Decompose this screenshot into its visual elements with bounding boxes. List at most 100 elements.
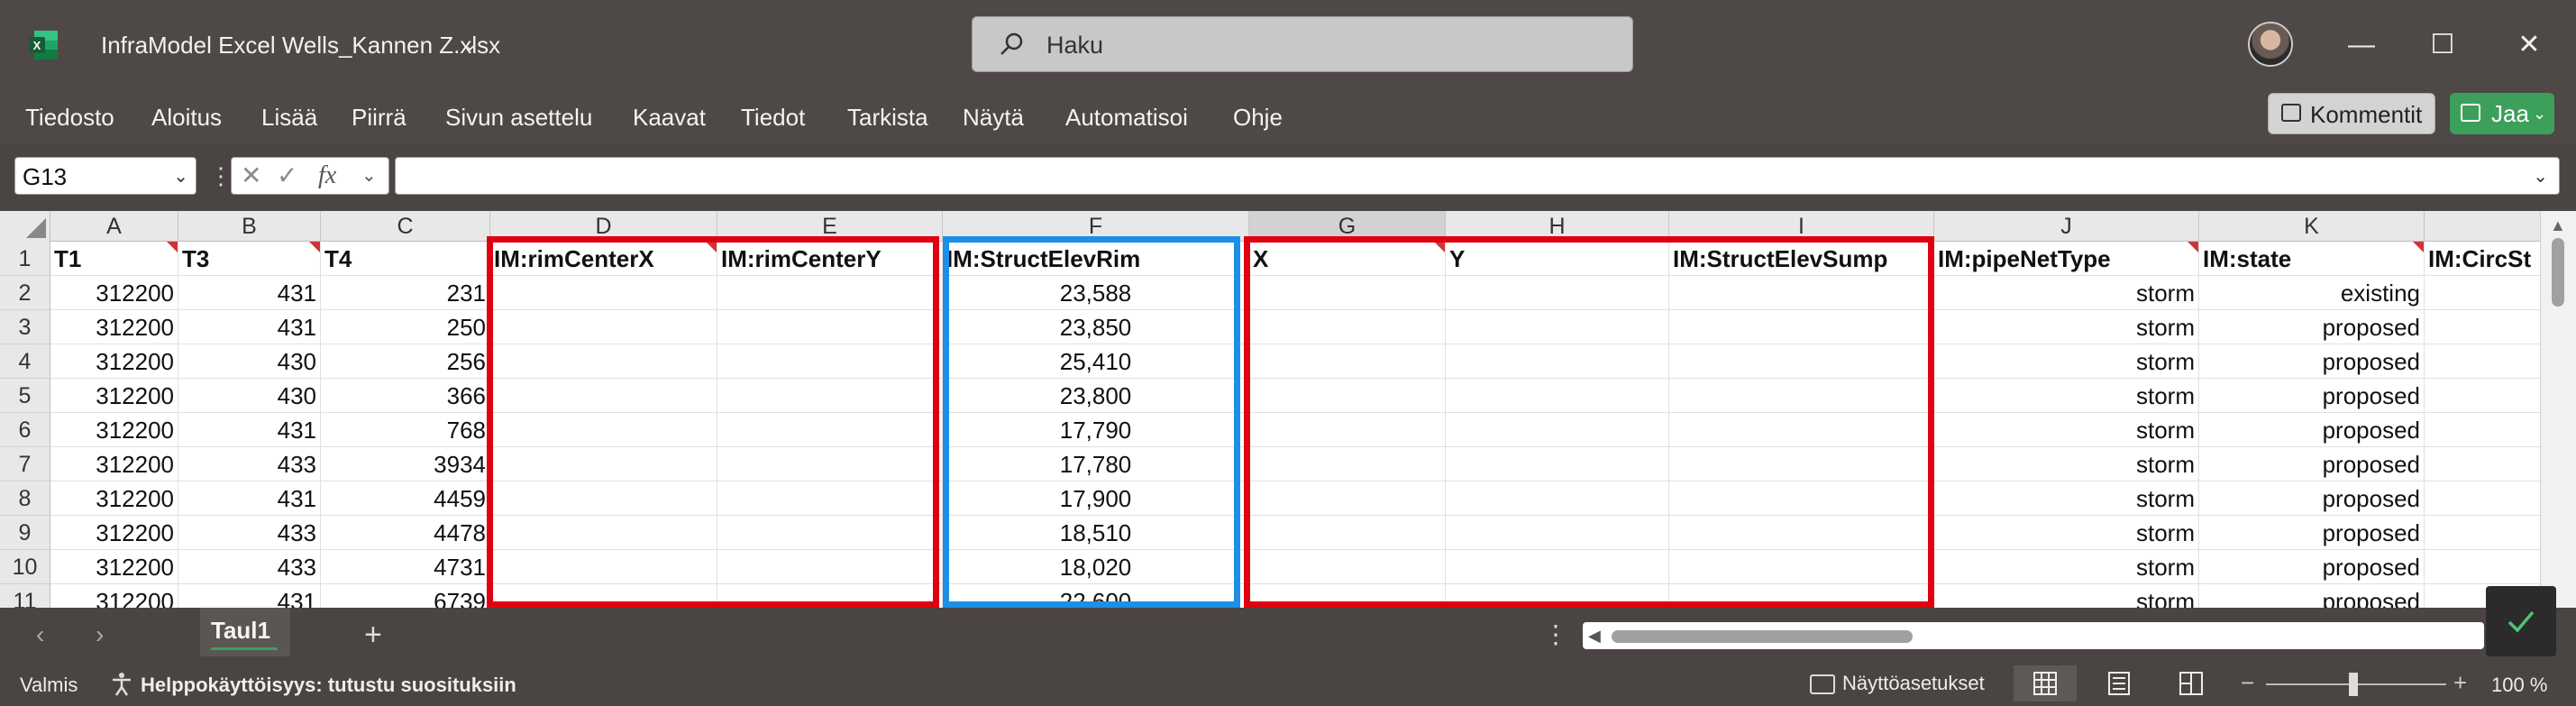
table-cell[interactable]: proposed: [2199, 344, 2425, 379]
column-header-j[interactable]: J: [1934, 211, 2199, 242]
table-cell[interactable]: 312200: [50, 310, 178, 344]
row-header-1[interactable]: 1: [0, 242, 50, 276]
table-cell[interactable]: [717, 413, 943, 447]
add-sheet-button[interactable]: +: [364, 617, 382, 653]
table-cell[interactable]: [1249, 550, 1446, 584]
comment-indicator-icon[interactable]: [2188, 242, 2198, 252]
table-cell[interactable]: [1669, 481, 1934, 516]
column-header-i[interactable]: I: [1669, 211, 1934, 242]
table-cell[interactable]: 17,780: [943, 447, 1249, 481]
table-cell[interactable]: [490, 447, 717, 481]
tab-piirra[interactable]: Piirrä: [352, 101, 406, 133]
table-cell[interactable]: 22,600: [943, 584, 1249, 608]
table-cell[interactable]: [717, 344, 943, 379]
table-cell[interactable]: 312200: [50, 516, 178, 550]
column-header-f[interactable]: F: [943, 211, 1249, 242]
table-cell[interactable]: 768: [321, 413, 490, 447]
table-cell[interactable]: [1669, 447, 1934, 481]
accessibility-status[interactable]: Helppokäyttöisyys: tutustu suosituksiin: [141, 673, 516, 698]
tab-sivun-asettelu[interactable]: Sivun asettelu: [445, 101, 592, 133]
table-cell[interactable]: 312200: [50, 379, 178, 413]
table-cell[interactable]: [1669, 310, 1934, 344]
table-cell[interactable]: storm: [1934, 550, 2199, 584]
table-cell[interactable]: proposed: [2199, 413, 2425, 447]
header-cell[interactable]: T1: [50, 242, 178, 276]
header-cell[interactable]: IM:state: [2199, 242, 2425, 276]
header-cell[interactable]: IM:StructElevRim: [943, 242, 1249, 276]
worksheet-grid[interactable]: A B C D E F G H I J K 1 2 3 4 5 6 7 8 9 10 11 T1 T3 T4 IM:rimCent…: [0, 211, 2576, 608]
row-header-6[interactable]: 6: [0, 413, 50, 447]
name-box-chevron-down-icon[interactable]: ⌄: [173, 161, 188, 192]
table-cell[interactable]: storm: [1934, 379, 2199, 413]
header-cell[interactable]: X: [1249, 242, 1446, 276]
table-cell[interactable]: [717, 516, 943, 550]
zoom-level[interactable]: 100 %: [2491, 673, 2547, 698]
table-cell[interactable]: proposed: [2199, 310, 2425, 344]
table-cell[interactable]: 23,850: [943, 310, 1249, 344]
table-cell[interactable]: 430: [178, 379, 321, 413]
table-cell[interactable]: storm: [1934, 584, 2199, 608]
share-chevron-down-icon[interactable]: ⌄: [2533, 100, 2546, 127]
minimize-button[interactable]: —: [2342, 25, 2381, 65]
comment-indicator-icon[interactable]: [1434, 242, 1445, 252]
table-cell[interactable]: [1446, 584, 1669, 608]
table-cell[interactable]: storm: [1934, 310, 2199, 344]
table-cell[interactable]: 312200: [50, 584, 178, 608]
column-header-g[interactable]: G: [1249, 211, 1446, 242]
table-cell[interactable]: [1249, 481, 1446, 516]
comment-indicator-icon[interactable]: [167, 242, 178, 252]
zoom-slider-thumb[interactable]: [2349, 673, 2358, 696]
cancel-icon[interactable]: ✕: [241, 160, 261, 191]
header-cell[interactable]: IM:pipeNetType: [1934, 242, 2199, 276]
header-cell[interactable]: IM:rimCenterY: [717, 242, 943, 276]
table-cell[interactable]: 3934: [321, 447, 490, 481]
table-cell[interactable]: 431: [178, 310, 321, 344]
vertical-scroll-thumb[interactable]: [2552, 238, 2564, 307]
table-cell[interactable]: [1249, 584, 1446, 608]
table-cell[interactable]: [1446, 276, 1669, 310]
zoom-in-button[interactable]: +: [2453, 669, 2467, 696]
table-cell[interactable]: [717, 310, 943, 344]
header-cell[interactable]: T4: [321, 242, 490, 276]
next-sheet-icon[interactable]: ›: [96, 619, 104, 651]
row-header-4[interactable]: 4: [0, 344, 50, 379]
comment-indicator-icon[interactable]: [706, 242, 717, 252]
row-header-7[interactable]: 7: [0, 447, 50, 481]
table-cell[interactable]: [1249, 310, 1446, 344]
column-header-d[interactable]: D: [490, 211, 717, 242]
table-cell[interactable]: storm: [1934, 481, 2199, 516]
table-cell[interactable]: [717, 447, 943, 481]
tab-lisaa[interactable]: Lisää: [261, 101, 317, 133]
table-cell[interactable]: 433: [178, 550, 321, 584]
table-cell[interactable]: [717, 481, 943, 516]
tab-automatisoi[interactable]: Automatisoi: [1065, 101, 1188, 133]
enter-check-icon[interactable]: ✓: [277, 160, 297, 191]
title-chevron-down-icon[interactable]: ⌄: [461, 32, 478, 56]
table-cell[interactable]: 256: [321, 344, 490, 379]
table-cell[interactable]: 6739: [321, 584, 490, 608]
table-cell[interactable]: 4459: [321, 481, 490, 516]
expand-formula-bar-icon[interactable]: ⌄: [2533, 161, 2548, 192]
zoom-out-button[interactable]: −: [2241, 669, 2254, 696]
insert-function-icon[interactable]: fx: [318, 160, 336, 191]
table-cell[interactable]: [1669, 550, 1934, 584]
row-header-3[interactable]: 3: [0, 310, 50, 344]
sheet-tab-taul1[interactable]: Taul1: [200, 608, 290, 656]
column-header-b[interactable]: B: [178, 211, 321, 242]
table-cell[interactable]: 18,020: [943, 550, 1249, 584]
table-cell[interactable]: 366: [321, 379, 490, 413]
table-cell[interactable]: [1249, 344, 1446, 379]
scroll-up-icon[interactable]: ▲: [2550, 216, 2566, 235]
table-cell[interactable]: storm: [1934, 344, 2199, 379]
table-cell[interactable]: 312200: [50, 481, 178, 516]
row-header-9[interactable]: 9: [0, 516, 50, 550]
column-header-e[interactable]: E: [717, 211, 943, 242]
table-cell[interactable]: [1446, 344, 1669, 379]
table-cell[interactable]: storm: [1934, 413, 2199, 447]
select-all-button[interactable]: [0, 211, 50, 242]
table-cell[interactable]: 312200: [50, 447, 178, 481]
display-settings-button[interactable]: Näyttöasetukset: [1810, 669, 1985, 698]
user-avatar[interactable]: [2248, 22, 2293, 67]
header-cell[interactable]: IM:StructElevSump: [1669, 242, 1934, 276]
table-cell[interactable]: [490, 550, 717, 584]
